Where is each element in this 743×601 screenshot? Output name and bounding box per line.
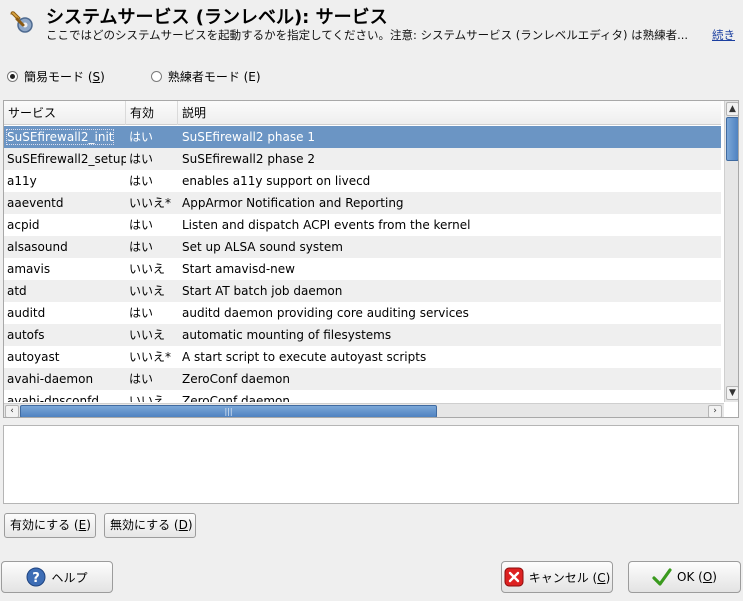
simple-mode-label: 簡易モード (S)	[24, 70, 105, 84]
service-enabled-cell: いいえ	[129, 262, 166, 276]
svg-text:?: ?	[33, 571, 41, 586]
page-subtitle: ここではどのシステムサービスを起動するかを指定してください。注意: システムサー…	[46, 28, 689, 42]
service-name-cell: SuSEfirewall2_setup	[7, 152, 126, 166]
horizontal-scroll-thumb[interactable]: |||	[20, 405, 437, 417]
service-description-cell: A start script to execute autoyast scrip…	[182, 350, 427, 364]
service-description-box	[3, 425, 739, 504]
service-enabled-cell: いいえ	[129, 328, 166, 342]
service-description-cell: auditd daemon providing core auditing se…	[182, 306, 469, 320]
scroll-down-icon[interactable]: ▼	[726, 386, 738, 400]
service-name-cell: autofs	[7, 328, 45, 342]
service-name-cell: a11y	[7, 174, 37, 188]
service-name-cell: SuSEfirewall2_init	[5, 129, 115, 145]
service-description-cell: Start AT batch job daemon	[182, 284, 343, 298]
table-body: SuSEfirewall2_init はい SuSEfirewall2 phase …	[4, 126, 721, 402]
service-enabled-cell: いいえ	[129, 284, 166, 298]
scroll-up-icon[interactable]: ▲	[726, 102, 738, 116]
ok-button[interactable]: OK (O)	[628, 561, 741, 593]
scroll-left-icon[interactable]: ‹	[5, 405, 19, 417]
service-description-cell: ZeroConf daemon	[182, 394, 290, 402]
expert-mode-label: 熟練者モード (E)	[167, 70, 261, 84]
service-name-cell: amavis	[7, 262, 51, 276]
vertical-scroll-thumb[interactable]	[726, 117, 738, 161]
table-row[interactable]: a11y はい enables a11y support on livecd	[4, 170, 721, 192]
table-row[interactable]: acpid はい Listen and dispatch ACPI events f…	[4, 214, 721, 236]
simple-mode-radio[interactable]: 簡易モード (S)	[7, 68, 105, 85]
mode-selector: 簡易モード (S) 熟練者モード (E)	[7, 68, 261, 85]
service-description-cell: AppArmor Notification and Reporting	[182, 196, 404, 210]
column-header-description[interactable]: 説明	[178, 101, 721, 125]
page-title: システムサービス (ランレベル): サービス	[46, 7, 388, 28]
service-enabled-cell: いいえ	[129, 394, 166, 402]
service-enabled-cell: はい	[129, 306, 154, 320]
more-link[interactable]: 続き	[712, 27, 735, 43]
table-row[interactable]: avahi-daemon はい ZeroConf daemon	[4, 368, 721, 390]
service-name-cell: atd	[7, 284, 27, 298]
cancel-icon	[504, 567, 524, 587]
enable-button[interactable]: 有効にする (E)	[4, 513, 96, 538]
ok-label: OK (O)	[677, 570, 717, 584]
radio-dot-unselected[interactable]	[150, 71, 162, 82]
disable-button[interactable]: 無効にする (D)	[104, 513, 196, 538]
service-enabled-cell: はい	[129, 218, 154, 232]
help-icon: ?	[26, 567, 46, 587]
table-row[interactable]: autofs いいえ automatic mounting of filesyste…	[4, 324, 721, 346]
service-description-cell: SuSEfirewall2 phase 1	[182, 130, 315, 144]
services-table: サービス 有効 説明 SuSEfirewall2_init はい SuSEfirew…	[3, 100, 739, 418]
cancel-button[interactable]: キャンセル (C)	[501, 561, 613, 593]
table-row[interactable]: SuSEfirewall2_setup はい SuSEfirewall2 phase…	[4, 148, 721, 170]
scroll-right-icon[interactable]: ›	[708, 405, 722, 417]
service-description-cell: Set up ALSA sound system	[182, 240, 343, 254]
help-label: ヘルプ	[51, 570, 88, 585]
table-row[interactable]: atd いいえ Start AT batch job daemon	[4, 280, 721, 302]
service-enabled-cell: はい	[129, 372, 154, 386]
service-description-cell: SuSEfirewall2 phase 2	[182, 152, 315, 166]
wrench-gear-icon	[8, 8, 36, 36]
service-name-cell: avahi-daemon	[7, 372, 94, 386]
table-header: サービス 有効 説明	[4, 101, 721, 125]
service-description-cell: Listen and dispatch ACPI events from the…	[182, 218, 471, 232]
service-enabled-cell: いいえ*	[129, 350, 172, 364]
service-name-cell: avahi-dnsconfd	[7, 394, 99, 402]
service-name-cell: alsasound	[7, 240, 68, 254]
table-row[interactable]: autoyast いいえ* A start script to execute au…	[4, 346, 721, 368]
expert-mode-radio[interactable]: 熟練者モード (E)	[150, 68, 261, 85]
help-button[interactable]: ? ヘルプ	[1, 561, 113, 593]
column-header-service[interactable]: サービス	[4, 101, 126, 125]
table-row[interactable]: auditd はい auditd daemon providing core aud…	[4, 302, 721, 324]
service-enabled-cell: はい	[129, 174, 154, 188]
service-description-cell: automatic mounting of filesystems	[182, 328, 392, 342]
service-enabled-cell: はい	[129, 152, 154, 166]
service-name-cell: aaeventd	[7, 196, 64, 210]
service-description-cell: ZeroConf daemon	[182, 372, 290, 386]
table-row[interactable]: alsasound はい Set up ALSA sound system	[4, 236, 721, 258]
radio-dot-selected[interactable]	[7, 71, 18, 82]
service-enabled-cell: はい	[129, 130, 154, 144]
service-enabled-cell: いいえ*	[129, 196, 172, 210]
checkmark-icon	[652, 567, 672, 587]
column-header-enabled[interactable]: 有効	[126, 101, 178, 125]
service-enabled-cell: はい	[129, 240, 154, 254]
table-row[interactable]: avahi-dnsconfd いいえ ZeroConf daemon	[4, 390, 721, 402]
service-name-cell: acpid	[7, 218, 40, 232]
horizontal-scrollbar[interactable]: ‹ ||| ›	[4, 403, 724, 417]
table-row[interactable]: amavis いいえ Start amavisd-new	[4, 258, 721, 280]
service-description-cell: enables a11y support on livecd	[182, 174, 371, 188]
cancel-label: キャンセル (C)	[528, 570, 611, 585]
vertical-scrollbar[interactable]: ▲ ▼	[724, 101, 738, 402]
table-row[interactable]: aaeventd いいえ* AppArmor Notification and Re…	[4, 192, 721, 214]
service-name-cell: autoyast	[7, 350, 60, 364]
service-description-cell: Start amavisd-new	[182, 262, 295, 276]
service-name-cell: auditd	[7, 306, 46, 320]
table-row[interactable]: SuSEfirewall2_init はい SuSEfirewall2 phase …	[4, 126, 721, 148]
